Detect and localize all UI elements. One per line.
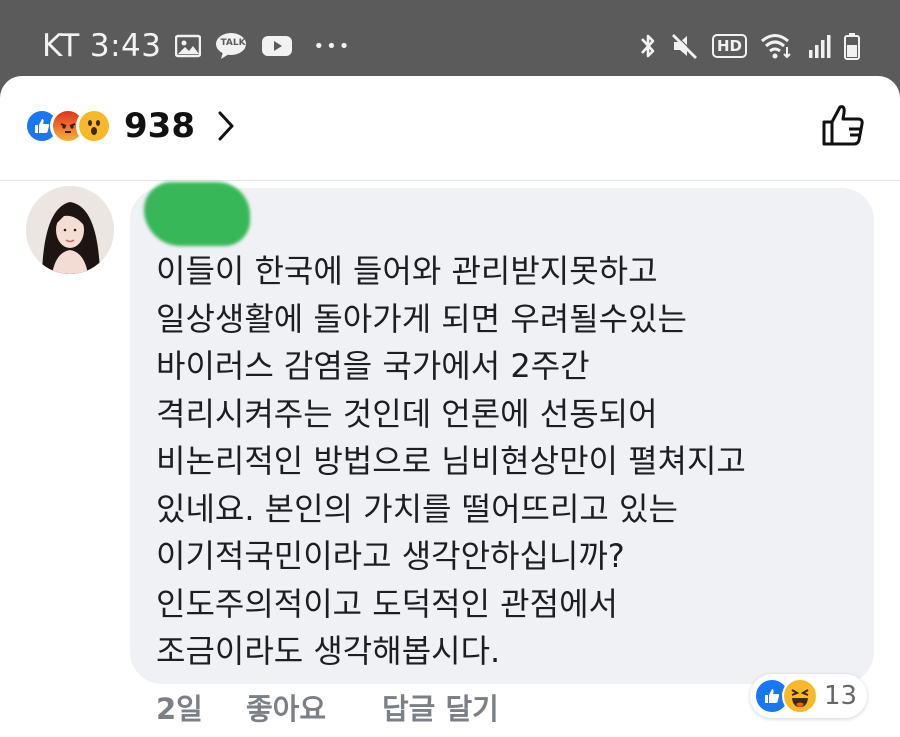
status-bar: KT 3:43 TALK ••• HD: [0, 0, 900, 78]
reaction-count: 938: [124, 106, 195, 146]
comment-line: 일상생활에 돌아가게 되면 우려될수있는: [156, 299, 687, 338]
status-bar-left: KT 3:43 TALK •••: [42, 22, 351, 70]
haha-reaction-icon: [782, 678, 818, 714]
chevron-right-icon[interactable]: [217, 110, 235, 142]
divider: [0, 180, 900, 181]
commenter-avatar[interactable]: [26, 186, 114, 274]
gallery-icon: [175, 34, 202, 58]
comment-text: 이들이 한국에 들어와 관리받지못하고 일상생활에 돌아가게 되면 우려될수있는…: [156, 248, 856, 676]
like-button-icon[interactable]: [820, 102, 866, 152]
comment-actions: 2일 좋아요 답글 달기: [156, 686, 499, 728]
comment-line: 비논리적인 방법으로 님비현상만이 펼쳐지고: [156, 442, 746, 480]
carrier-label: KT: [42, 28, 80, 64]
reaction-icons: [24, 108, 112, 144]
comment-like-button[interactable]: 좋아요: [246, 686, 382, 728]
author-name-redaction: [144, 182, 250, 246]
comment-timestamp[interactable]: 2일: [156, 686, 246, 728]
comment-line: 바이러스 감염을 국가에서 2주간: [156, 347, 590, 385]
comment-bubble[interactable]: 이들이 한국에 들어와 관리받지못하고 일상생활에 돌아가게 되면 우려될수있는…: [130, 182, 874, 684]
wifi-icon: [760, 32, 794, 60]
status-bar-right: HD: [638, 24, 860, 68]
signal-icon: [807, 33, 831, 59]
comment-line: 인도주의적이고 도덕적인 관점에서: [156, 584, 618, 623]
wow-reaction-icon: [76, 108, 112, 144]
more-icon: •••: [313, 35, 352, 57]
comment-reaction-count: 13: [824, 681, 858, 711]
hd-icon: HD: [711, 34, 747, 58]
battery-icon: [844, 32, 860, 60]
reactions-sheet: 938 이들이 한국에 들어와 관리받지못하고 일상생활에 돌아가게 되면 우려…: [0, 76, 900, 737]
comment-line: 조금이라도 생각해봅시다.: [156, 632, 501, 670]
comment-line: 격리시켜주는 것인데 언론에 선동되어: [156, 394, 658, 433]
clock: 3:43: [89, 28, 162, 64]
bluetooth-icon: [638, 31, 658, 61]
comment-reactions[interactable]: 13: [750, 674, 868, 718]
mute-icon: [671, 32, 699, 60]
youtube-icon: [261, 34, 293, 58]
comment-line: 이기적국민이라고 생각안하십니까?: [156, 537, 625, 575]
comment-reply-button[interactable]: 답글 달기: [382, 686, 499, 728]
reactions-summary[interactable]: 938: [24, 104, 235, 148]
comment-line: 이들이 한국에 들어와 관리받지못하고: [156, 252, 658, 290]
kakaotalk-icon: TALK: [215, 32, 247, 60]
comment-line: 있네요. 본인의 가치를 떨어뜨리고 있는: [156, 489, 678, 528]
kakaotalk-label: TALK: [220, 38, 246, 48]
